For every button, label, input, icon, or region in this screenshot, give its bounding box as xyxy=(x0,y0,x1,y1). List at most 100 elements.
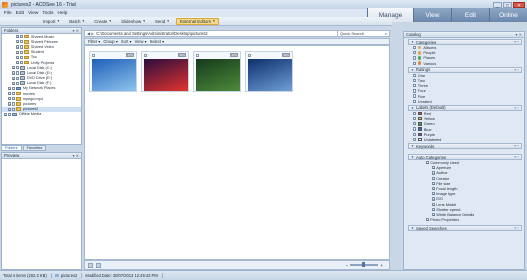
section-controls[interactable]: ▾ + xyxy=(514,68,519,72)
item-checkbox[interactable] xyxy=(413,73,417,77)
item-checkbox[interactable] xyxy=(413,78,417,83)
batch-button[interactable]: Batch ▾ xyxy=(66,18,87,25)
tab-edit[interactable]: Edit xyxy=(451,8,489,22)
image-thumbnail[interactable]: JPG xyxy=(245,51,293,92)
panel-controls[interactable]: ▾ ✕ xyxy=(73,153,79,158)
include-checkbox[interactable] xyxy=(12,97,16,101)
address-bar[interactable]: ◀ ▶ C:\Documents and Settings\Administra… xyxy=(84,30,390,37)
expand-icon[interactable]: + xyxy=(8,107,12,111)
expand-icon[interactable]: + xyxy=(432,212,436,216)
section-controls[interactable]: ▾ + xyxy=(514,226,519,230)
slideshow-button[interactable]: Slideshow ▾ xyxy=(118,18,148,25)
expand-icon[interactable]: + xyxy=(432,181,436,185)
include-checkbox[interactable] xyxy=(20,60,24,65)
rotate-right-icon[interactable] xyxy=(96,262,101,268)
tab-favorites[interactable]: Favorites xyxy=(22,145,47,151)
image-thumbnail[interactable]: JPG xyxy=(89,51,137,92)
expand-icon[interactable]: + xyxy=(16,55,20,59)
collapse-icon[interactable]: ▼ xyxy=(411,144,414,148)
image-thumbnail[interactable]: JPG xyxy=(193,51,241,92)
panel-controls[interactable]: ▾ ✕ xyxy=(516,32,522,37)
select-checkbox[interactable] xyxy=(196,53,199,57)
include-checkbox[interactable] xyxy=(20,50,24,54)
expand-icon[interactable]: + xyxy=(8,86,12,90)
include-checkbox[interactable] xyxy=(12,102,16,106)
expand-icon[interactable]: + xyxy=(4,112,8,116)
expand-icon[interactable]: + xyxy=(16,50,20,54)
item-checkbox[interactable] xyxy=(413,84,417,88)
include-checkbox[interactable] xyxy=(12,86,16,91)
item-checkbox[interactable] xyxy=(413,56,417,60)
expand-icon[interactable]: + xyxy=(432,192,436,196)
item-checkbox[interactable] xyxy=(413,99,417,103)
expand-icon[interactable]: + xyxy=(8,102,12,106)
expand-icon[interactable]: + xyxy=(432,166,436,170)
include-checkbox[interactable] xyxy=(20,45,24,49)
zoom-in-icon[interactable]: + xyxy=(380,263,383,268)
section-controls[interactable]: ▾ + xyxy=(514,106,519,110)
item-checkbox[interactable] xyxy=(413,94,417,98)
include-checkbox[interactable] xyxy=(12,107,16,111)
item-checkbox[interactable] xyxy=(413,137,417,142)
include-checkbox[interactable] xyxy=(20,55,24,59)
include-checkbox[interactable] xyxy=(16,76,20,80)
send-button[interactable]: Send ▾ xyxy=(152,18,172,25)
expand-icon[interactable]: + xyxy=(432,176,436,180)
expand-icon[interactable]: + xyxy=(8,97,12,101)
search-icon[interactable]: ⌕ xyxy=(385,31,387,36)
zoom-slider-knob[interactable] xyxy=(362,262,366,268)
group-menu[interactable]: Group ▾ xyxy=(103,39,118,44)
external-editors-button[interactable]: External Editors ▾ xyxy=(175,17,219,25)
maximize-button[interactable]: □ xyxy=(503,1,512,8)
include-checkbox[interactable] xyxy=(16,66,20,70)
menu-file[interactable]: File xyxy=(4,11,12,16)
back-icon[interactable]: ◀ xyxy=(87,31,90,36)
include-checkbox[interactable] xyxy=(12,92,16,96)
saved-searches-header[interactable]: ▼ Saved Searches ▾ + xyxy=(408,225,522,232)
item-checkbox[interactable] xyxy=(413,132,417,136)
expand-icon[interactable]: + xyxy=(12,66,16,70)
expand-icon[interactable]: + xyxy=(16,40,20,44)
item-checkbox[interactable] xyxy=(413,45,417,50)
expand-icon[interactable]: + xyxy=(12,81,16,85)
include-checkbox[interactable] xyxy=(20,40,24,44)
item-checkbox[interactable] xyxy=(413,122,417,126)
item-checkbox[interactable] xyxy=(413,51,417,55)
category-item[interactable]: Various xyxy=(404,61,524,66)
expand-icon[interactable]: + xyxy=(16,60,20,65)
expand-icon[interactable]: + xyxy=(432,171,436,175)
item-checkbox[interactable] xyxy=(413,89,417,93)
expand-icon[interactable]: + xyxy=(432,197,436,201)
expand-icon[interactable]: + xyxy=(12,76,16,80)
tab-folders[interactable]: Folders xyxy=(1,145,22,151)
create-button[interactable]: Create ▾ xyxy=(91,18,114,25)
collapse-icon[interactable]: ▼ xyxy=(411,155,414,159)
view-menu[interactable]: View ▾ xyxy=(135,39,147,44)
folder-path[interactable]: C:\Documents and Settings\Administrator\… xyxy=(96,31,207,36)
section-controls[interactable]: ▾ + xyxy=(514,144,519,148)
item-checkbox[interactable] xyxy=(413,127,417,131)
zoom-slider[interactable] xyxy=(350,262,379,268)
menu-edit[interactable]: Edit xyxy=(16,11,24,16)
forward-icon[interactable]: ▶ xyxy=(91,31,94,36)
collapse-icon[interactable]: ▼ xyxy=(411,226,414,230)
include-checkbox[interactable] xyxy=(16,81,20,85)
expand-icon[interactable]: + xyxy=(8,92,12,96)
collapse-icon[interactable]: ▼ xyxy=(411,68,414,72)
select-checkbox[interactable] xyxy=(92,53,95,57)
collapse-icon[interactable]: ▼ xyxy=(411,40,414,44)
section-controls[interactable]: ▾ + xyxy=(514,40,519,44)
expand-icon[interactable]: + xyxy=(432,207,436,211)
expand-icon[interactable]: + xyxy=(426,218,430,222)
rating-item[interactable]: Unrated xyxy=(404,99,524,104)
rotate-left-icon[interactable] xyxy=(88,262,93,268)
expand-icon[interactable]: + xyxy=(432,186,436,191)
panel-controls[interactable]: ▾ ✕ xyxy=(73,28,79,33)
close-button[interactable]: ✕ xyxy=(513,1,525,8)
expand-icon[interactable]: + xyxy=(426,161,430,165)
select-checkbox[interactable] xyxy=(248,53,251,57)
expand-icon[interactable]: + xyxy=(16,45,20,49)
menu-help[interactable]: Help xyxy=(58,11,68,16)
expand-icon[interactable]: + xyxy=(432,202,436,206)
select-checkbox[interactable] xyxy=(144,53,147,57)
